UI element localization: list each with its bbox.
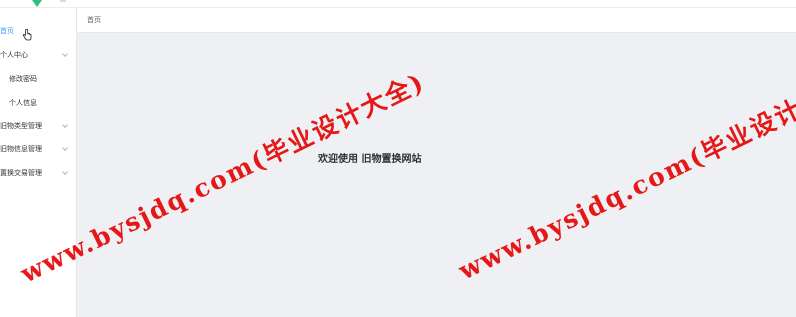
sidebar-item-label: 首页 (0, 27, 14, 35)
breadcrumb[interactable]: 首页 (87, 8, 101, 32)
sidebar-item-personal-info[interactable]: 个人信息 (0, 93, 76, 113)
sidebar-item-change-password[interactable]: 修改密码 (0, 69, 76, 89)
chevron-down-icon (62, 122, 68, 128)
sidebar-item-label: 旧物信息管理 (0, 145, 42, 153)
sidebar-item-label: 个人信息 (9, 99, 37, 107)
chevron-down-icon (62, 145, 68, 151)
hand-cursor-icon (22, 29, 32, 41)
top-bar (0, 0, 796, 8)
sidebar-item-label: 置换交易管理 (0, 169, 42, 177)
sidebar-item-exchange-trade-management[interactable]: 置换交易管理 (0, 163, 76, 183)
sidebar-item-label: 旧物类型管理 (0, 122, 42, 130)
sidebar-item-item-info-management[interactable]: 旧物信息管理 (0, 139, 76, 159)
logo-icon (32, 0, 42, 7)
welcome-message: 欢迎使用 旧物置换网站 (318, 154, 422, 165)
sidebar-item-item-type-management[interactable]: 旧物类型管理 (0, 116, 76, 136)
sidebar-item-home[interactable]: 首页 (0, 21, 76, 41)
chevron-down-icon (62, 51, 68, 57)
topbar-indicator (60, 0, 66, 2)
sidebar-item-label: 修改密码 (9, 75, 37, 83)
chevron-down-icon (62, 169, 68, 175)
sidebar-item-label: 个人中心 (0, 51, 28, 59)
sidebar-item-personal-center[interactable]: 个人中心 (0, 45, 76, 65)
breadcrumb-bar: 首页 (77, 8, 796, 33)
